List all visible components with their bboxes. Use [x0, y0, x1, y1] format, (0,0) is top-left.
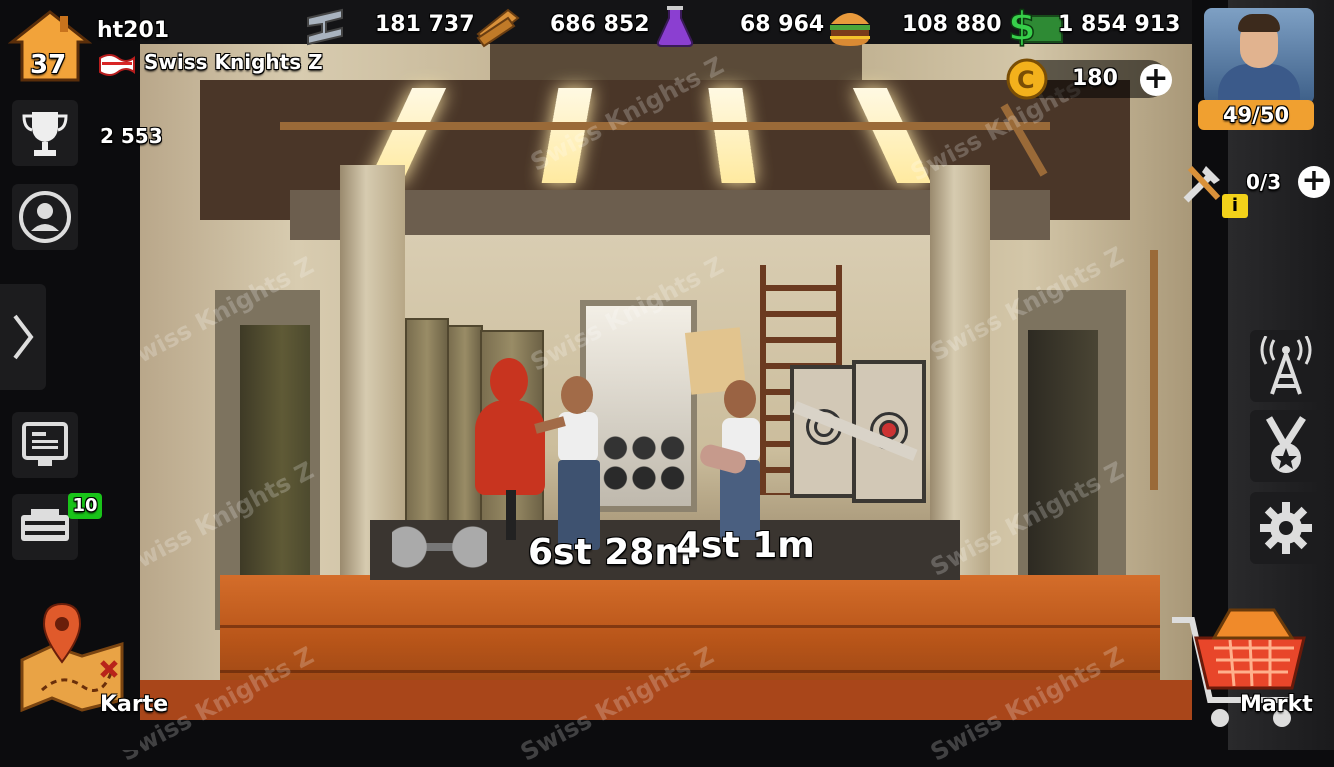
medal-button[interactable]	[1250, 410, 1322, 482]
wall-pipe	[1150, 250, 1158, 490]
trophy-button[interactable]	[12, 100, 78, 166]
map-label[interactable]: Karte	[100, 692, 168, 717]
expand-menu-button[interactable]	[0, 284, 46, 390]
survivor-head	[561, 376, 593, 414]
medal-icon	[1265, 416, 1306, 473]
training-timer[interactable]: 4st 1m	[676, 525, 815, 566]
news-button[interactable]	[12, 412, 78, 478]
steel-amount: 181 737	[375, 12, 475, 37]
buy-coins-button[interactable]: +	[1140, 64, 1172, 96]
avatar[interactable]	[1204, 8, 1314, 104]
survivor-count[interactable]: 49/50	[1198, 100, 1314, 130]
ceiling-pipe	[280, 122, 1050, 130]
settings-button[interactable]	[1250, 492, 1322, 564]
alliance-flag-icon	[98, 52, 136, 76]
alliance-button[interactable]	[12, 184, 78, 250]
cash-icon: $	[1006, 3, 1063, 51]
player-name: ht201	[97, 18, 170, 43]
coin-icon: C	[1006, 58, 1048, 100]
vehicle-icon	[21, 509, 69, 541]
steel-icon	[302, 4, 348, 48]
radio-button[interactable]	[1250, 330, 1322, 402]
svg-text:$: $	[1008, 4, 1036, 48]
locker	[405, 318, 449, 537]
potion-icon	[652, 4, 698, 48]
wood-icon	[474, 4, 520, 48]
monitor-icon	[22, 422, 68, 466]
trophy-count: 2 553	[100, 124, 163, 148]
food-amount: 108 880	[902, 12, 1002, 37]
cash-amount: 1 854 913	[1058, 12, 1181, 37]
burger-icon	[825, 4, 871, 48]
punching-dummy[interactable]	[475, 400, 545, 495]
market-label[interactable]: Markt	[1240, 692, 1313, 717]
wood-amount: 686 852	[550, 12, 650, 37]
people-icon	[19, 191, 71, 243]
add-builder-button[interactable]: +	[1298, 166, 1330, 198]
survivor-head	[724, 380, 756, 418]
coin-amount: 180	[1072, 66, 1118, 91]
radio-tower-icon	[1260, 336, 1312, 395]
svg-text:C: C	[1017, 66, 1035, 94]
dummy-stand	[506, 490, 516, 540]
builder-tools-icon[interactable]	[1180, 160, 1226, 206]
trophy-icon	[22, 112, 68, 156]
potion-amount: 68 964	[740, 12, 825, 37]
dumbbell-rack	[600, 430, 710, 490]
alliance-name[interactable]: Swiss Knights Z	[144, 50, 323, 74]
info-badge[interactable]: i	[1222, 194, 1248, 218]
dummy-head	[490, 358, 528, 404]
garage-badge: 10	[68, 493, 102, 519]
gear-icon	[1260, 502, 1312, 554]
floor-line	[220, 625, 1160, 628]
player-level: 37	[30, 50, 67, 80]
floor-dumbbell	[392, 525, 487, 569]
chevron-right-icon	[13, 314, 34, 360]
training-timer[interactable]: 6st 28m	[528, 532, 692, 573]
gym-room-scene[interactable]	[140, 40, 1192, 720]
builder-count: 0/3	[1246, 170, 1282, 194]
